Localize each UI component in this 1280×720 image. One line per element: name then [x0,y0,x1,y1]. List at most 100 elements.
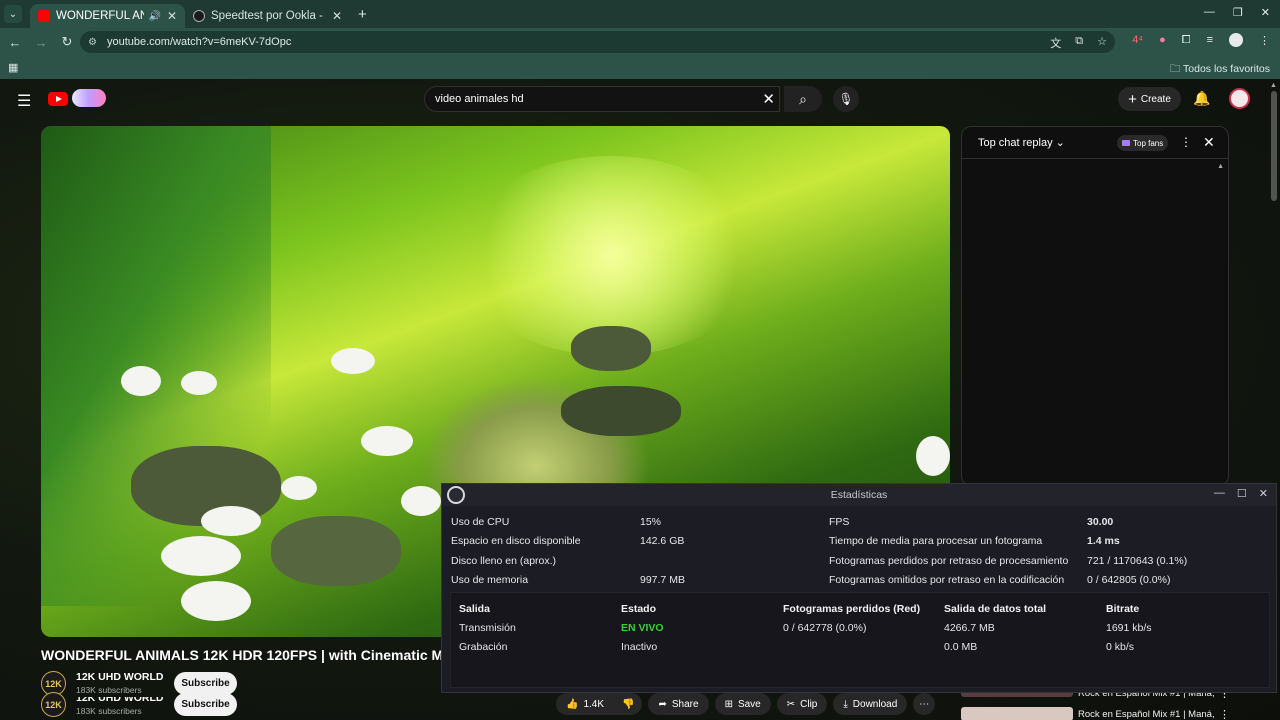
subscribe-button[interactable]: Subscribe [174,693,237,716]
youtube-doodle-icon[interactable] [72,89,106,107]
chat-more-icon[interactable]: ⋮ [1180,135,1192,149]
save-label: Save [737,698,761,710]
tab-title: Speedtest por Ookla - La prueba [211,10,326,22]
puzzle-extensions-icon[interactable]: ⧠ [1182,34,1191,47]
apps-grid-icon[interactable]: ▦ [8,61,18,74]
obs-minimize-icon[interactable]: — [1214,487,1225,500]
related-title[interactable]: Rock en Español Mix #1 | Maná, [1078,709,1215,720]
download-label: Download [852,698,898,710]
related-thumbnail[interactable] [961,707,1073,720]
more-actions-button[interactable]: ⋯ [913,693,936,715]
search-icon: ⌕ [799,90,807,107]
video-frame-bird [361,426,413,456]
page-scrollbar[interactable] [1271,91,1277,201]
download-button[interactable]: ⤓ Download [833,693,908,715]
chat-mode-label: Top chat replay [978,137,1053,149]
share-button[interactable]: ➦ Share [648,693,709,715]
channel-name[interactable]: 12K UHD WORLD [76,671,164,683]
notifications-bell-icon[interactable]: 🔔 [1193,90,1210,107]
page-scroll-up-icon[interactable]: ▲ [1270,82,1277,89]
like-button[interactable]: 👍 1.4K [556,693,615,715]
subscriber-count: 183K subscribers [76,685,142,695]
cast-icon[interactable]: ⧉ [1075,35,1083,51]
tab-youtube[interactable]: WONDERFUL ANIMALS 12K HDR 120FPS | with … [30,4,185,28]
obs-title-bar[interactable]: Estadísticas — ☐ ✕ [442,484,1276,506]
stat-value: 142.6 GB [640,535,685,547]
stat-value: 1.4 ms [1087,535,1120,547]
account-avatar[interactable] [1229,88,1250,109]
stat-value: 0 / 642805 (0.0%) [1087,574,1171,586]
table-header: Estado [621,603,657,615]
browser-menu-icon[interactable]: ⋮ [1259,34,1270,47]
tab-close-icon[interactable]: ✕ [167,9,177,23]
video-frame-bird [281,476,317,500]
thumbs-up-icon: 👍 [566,698,579,710]
video-frame-bird [201,506,261,536]
video-actions: 👍 1.4K 👎 ➦ Share ⊞ Save ✂ Clip ⤓ Downloa… [556,693,936,715]
dislike-button[interactable]: 👎 [614,693,643,715]
speaker-icon[interactable]: 🔊 [148,11,160,22]
youtube-logo[interactable] [48,92,68,106]
chat-scroll-up-icon[interactable]: ▲ [1217,163,1224,170]
voice-search-button[interactable]: 🎙 [833,86,859,112]
table-cell: Grabación [459,641,508,653]
more-horizontal-icon: ⋯ [919,698,930,710]
record-icon[interactable]: ● [1159,34,1166,46]
clear-search-icon[interactable]: ✕ [762,90,775,108]
chevron-down-icon: ⌄ [1055,137,1065,149]
minimize-icon[interactable]: — [1204,6,1215,19]
video-frame-bird [161,536,241,576]
video-frame-bird [181,581,251,621]
search-button[interactable]: ⌕ [784,86,822,112]
site-info-icon[interactable]: ⚙ [88,37,97,48]
share-label: Share [671,698,699,710]
table-cell: Transmisión [459,622,516,634]
search-query-text: video animales hd [435,93,524,105]
all-bookmarks-button[interactable]: 🗀 Todos los favoritos [1170,61,1270,79]
youtube-favicon-icon [38,10,50,22]
forward-icon[interactable]: → [30,35,52,50]
obs-close-icon[interactable]: ✕ [1259,487,1268,500]
tab-title: WONDERFUL ANIMALS 12K HDR 120FPS | with … [56,10,145,22]
chat-mode-dropdown[interactable]: Top chat replay ⌄ [978,136,1065,149]
video-title: WONDERFUL ANIMALS 12K HDR 120FPS | with … [41,647,441,663]
reload-icon[interactable]: ↻ [56,34,78,50]
top-fans-badge[interactable]: Top fans [1117,135,1169,151]
create-button[interactable]: + Create [1118,87,1181,111]
tab-speedtest[interactable]: Speedtest por Ookla - La prueba ✕ [185,4,350,28]
translate-icon[interactable]: 文 [1050,35,1061,51]
stat-label: Uso de CPU [451,516,510,528]
save-button[interactable]: ⊞ Save [714,693,771,715]
window-controls: — ❐ ✕ [1204,6,1270,19]
top-fans-label: Top fans [1133,138,1164,148]
new-tab-icon[interactable]: + [358,6,367,23]
channel-avatar[interactable]: 12K [41,692,66,717]
scissors-icon: ✂ [786,698,796,710]
all-bookmarks-label: Todos los favoritos [1183,63,1270,75]
tab-search-button[interactable]: ⌄ [4,5,22,23]
profile-avatar-icon[interactable] [1229,33,1243,47]
video-frame-bird [181,371,217,395]
bookmark-star-icon[interactable]: ☆ [1097,35,1107,51]
top-fans-icon [1122,140,1130,146]
related-more-icon[interactable]: ⋮ [1219,708,1230,720]
restore-icon[interactable]: ❐ [1233,6,1243,19]
clip-label: Clip [800,698,818,710]
back-icon[interactable]: ← [4,35,26,50]
subscribe-button[interactable]: Subscribe [174,672,237,695]
search-input[interactable]: video animales hd ✕ [424,86,780,112]
reading-list-icon[interactable]: ≡ [1207,34,1213,46]
stat-label: Disco lleno en (aprox.) [451,555,557,567]
stat-value: 997.7 MB [640,574,685,586]
close-window-icon[interactable]: ✕ [1261,6,1270,19]
menu-hamburger-icon[interactable]: ☰ [17,91,31,111]
obs-maximize-icon[interactable]: ☐ [1237,487,1247,500]
url-bar[interactable]: ⚙ youtube.com/watch?v=6meKV-7dOpc 文 ⧉ ☆ [80,31,1115,53]
extension-icon[interactable]: 4⁴ [1132,34,1143,46]
clip-button[interactable]: ✂ Clip [776,693,828,715]
tab-close-icon[interactable]: ✕ [332,9,342,23]
save-playlist-icon: ⊞ [724,698,733,710]
chat-close-icon[interactable]: ✕ [1203,134,1215,151]
stat-value: 721 / 1170643 (0.1%) [1087,555,1188,567]
table-cell: Inactivo [621,641,658,653]
